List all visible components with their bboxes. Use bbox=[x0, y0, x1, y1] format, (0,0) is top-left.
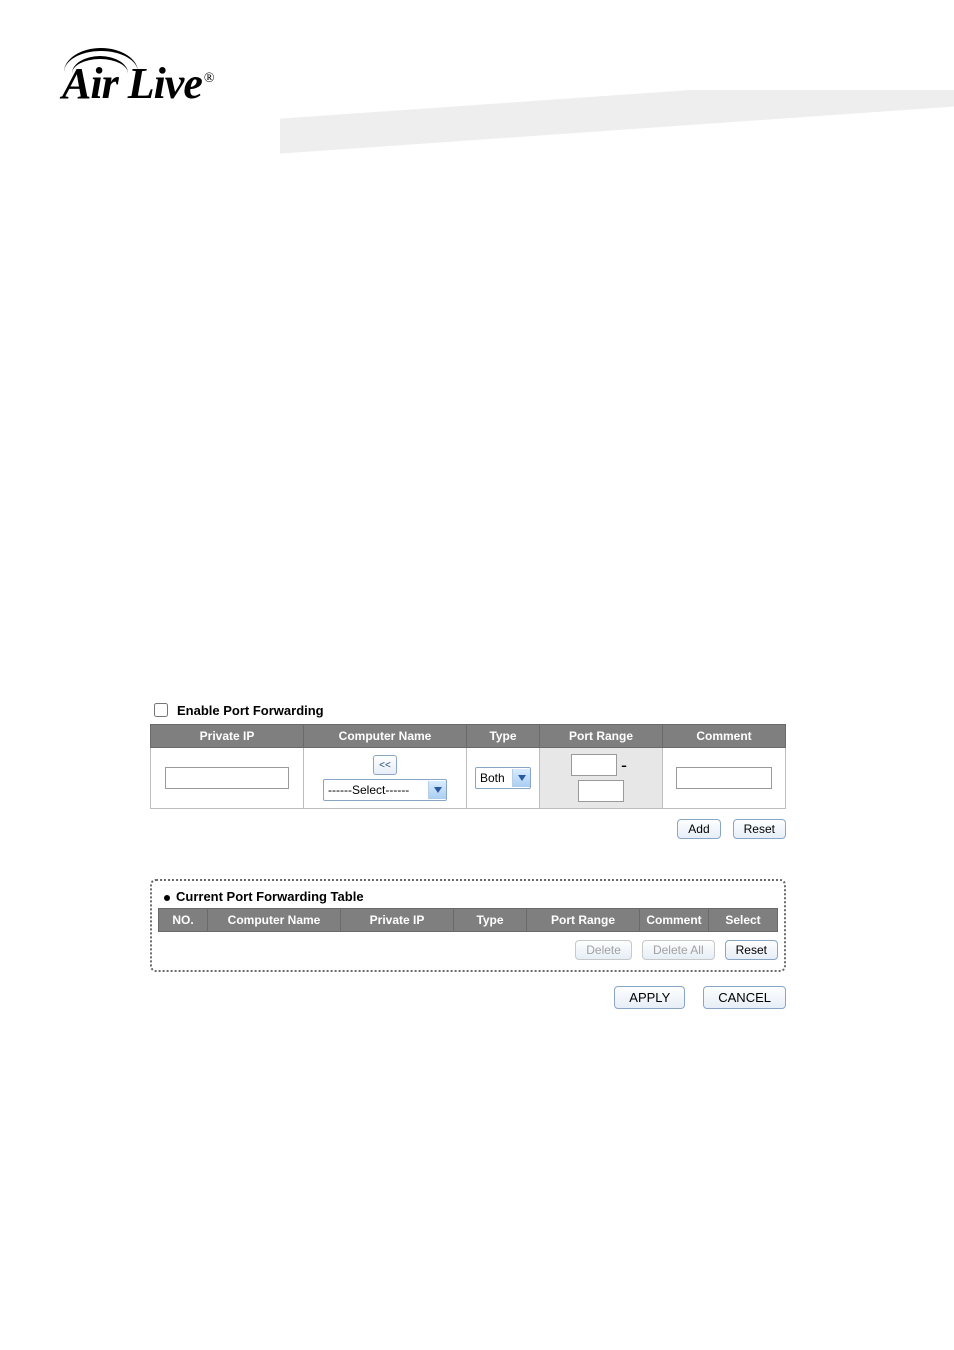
col-port-range: Port Range bbox=[540, 725, 663, 748]
port-range-from-input[interactable] bbox=[571, 754, 617, 776]
apply-button[interactable]: APPLY bbox=[614, 986, 685, 1009]
pick-computer-button[interactable]: << bbox=[373, 755, 397, 775]
col-comment: Comment bbox=[663, 725, 786, 748]
page-header: Air Live® bbox=[0, 0, 954, 200]
add-button[interactable]: Add bbox=[677, 819, 720, 839]
cancel-button[interactable]: CANCEL bbox=[703, 986, 786, 1009]
port-range-to-input[interactable] bbox=[578, 780, 624, 802]
current-port-forwarding-section: Current Port Forwarding Table NO. Comput… bbox=[150, 879, 786, 972]
bullet-icon bbox=[164, 895, 170, 901]
port-forwarding-entry-table: Private IP Computer Name Type Port Range… bbox=[150, 724, 786, 809]
col-private-ip: Private IP bbox=[151, 725, 304, 748]
type-select-value: Both bbox=[480, 771, 510, 785]
reset-entry-button[interactable]: Reset bbox=[733, 819, 786, 839]
col-computer-name: Computer Name bbox=[304, 725, 467, 748]
comment-input[interactable] bbox=[676, 767, 772, 789]
cur-col-port-range: Port Range bbox=[527, 909, 640, 932]
computer-name-select[interactable]: ------Select------ bbox=[323, 779, 447, 801]
private-ip-input[interactable] bbox=[165, 767, 289, 789]
header-swoosh-graphic bbox=[280, 90, 954, 200]
computer-name-select-value: ------Select------ bbox=[328, 783, 426, 797]
cur-col-no: NO. bbox=[159, 909, 208, 932]
current-table-title: Current Port Forwarding Table bbox=[164, 889, 778, 904]
enable-port-forwarding-checkbox[interactable] bbox=[154, 703, 168, 717]
chevron-down-icon bbox=[512, 769, 530, 787]
brand-logo: Air Live® bbox=[62, 58, 214, 109]
cur-col-private-ip: Private IP bbox=[341, 909, 454, 932]
port-forwarding-panel: Enable Port Forwarding Private IP Comput… bbox=[150, 700, 790, 1009]
cur-col-comment: Comment bbox=[640, 909, 709, 932]
delete-button[interactable]: Delete bbox=[575, 940, 632, 960]
cur-col-type: Type bbox=[454, 909, 527, 932]
cur-col-computer-name: Computer Name bbox=[208, 909, 341, 932]
enable-port-forwarding-label: Enable Port Forwarding bbox=[177, 703, 324, 718]
cur-col-select: Select bbox=[709, 909, 778, 932]
enable-port-forwarding-row: Enable Port Forwarding bbox=[150, 700, 790, 720]
current-port-forwarding-table: NO. Computer Name Private IP Type Port R… bbox=[158, 908, 778, 932]
delete-all-button[interactable]: Delete All bbox=[642, 940, 715, 960]
port-range-dash: - bbox=[617, 759, 631, 771]
registered-icon: ® bbox=[204, 71, 214, 86]
col-type: Type bbox=[467, 725, 540, 748]
type-select[interactable]: Both bbox=[475, 767, 531, 789]
reset-table-button[interactable]: Reset bbox=[725, 940, 778, 960]
chevron-down-icon bbox=[428, 781, 446, 799]
